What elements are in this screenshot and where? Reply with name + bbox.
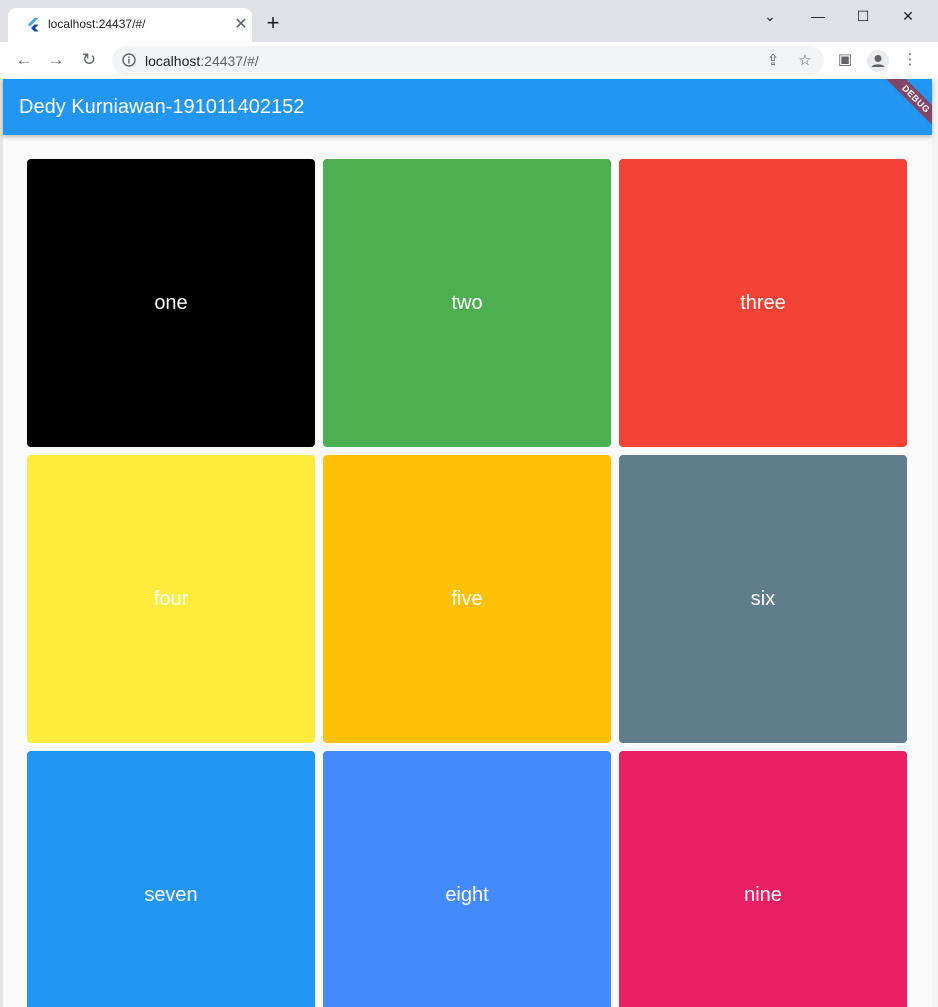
forward-icon[interactable]: → [44,48,68,72]
tab-close-icon[interactable]: ✕ [232,16,250,34]
grid-tile-three: three [619,159,907,447]
tab-title: localhost:24437/#/ [48,17,146,31]
grid-tile-two: two [323,159,611,447]
url-text[interactable]: localhost:24437/#/ [145,53,259,69]
tile-label: seven [144,883,198,906]
tile-label: nine [744,883,782,906]
grid-tile-four: four [27,455,315,743]
grid-view: one two three four five six seven eight … [3,135,932,1007]
tile-label: four [153,587,189,610]
share-icon[interactable]: ⇪ [763,51,783,71]
grid-tile-six: six [619,455,907,743]
info-icon[interactable] [122,53,136,67]
maximize-icon[interactable]: ☐ [851,4,875,28]
minimize-icon[interactable]: — [806,4,830,28]
side-panel-icon[interactable]: ▣ [834,49,856,71]
grid-tile-eight: eight [323,751,611,1007]
grid-tile-five: five [323,455,611,743]
grid-tile-one: one [27,159,315,447]
tile-label: eight [445,883,489,906]
app-title: Dedy Kurniawan-191011402152 [19,96,305,118]
tile-label: five [451,587,483,610]
tile-label: three [740,291,786,314]
back-icon[interactable]: ← [12,48,36,72]
debug-banner: DEBUG [879,79,932,135]
profile-avatar[interactable] [867,50,889,72]
browser-menu-icon[interactable]: ⋮ [899,49,921,71]
tab-strip: localhost:24437/#/ ✕ + ⌄ — ☐ ✕ [0,0,938,42]
close-window-icon[interactable]: ✕ [896,4,920,28]
grid-tile-seven: seven [27,751,315,1007]
new-tab-button[interactable]: + [262,12,284,34]
browser-window: localhost:24437/#/ ✕ + ⌄ — ☐ ✕ ← → ↻ loc… [0,0,938,1007]
bookmark-star-icon[interactable]: ☆ [795,51,815,71]
app-bar: Dedy Kurniawan-191011402152 DEBUG [3,79,932,135]
person-icon [871,55,885,67]
tab-search-icon[interactable]: ⌄ [758,4,782,28]
grid-tile-nine: nine [619,751,907,1007]
browser-tab[interactable]: localhost:24437/#/ ✕ [8,8,252,42]
reload-icon[interactable]: ↻ [77,48,101,72]
address-bar[interactable]: localhost:24437/#/ ⇪ ☆ [112,46,824,75]
tile-label: one [154,291,188,314]
browser-toolbar: ← → ↻ localhost:24437/#/ ⇪ ☆ ▣ ⋮ [0,42,938,80]
tile-label: six [750,587,776,610]
background-window-edge-right [932,79,938,1007]
url-host: localhost [145,53,201,69]
flutter-icon [28,18,39,32]
tile-label: two [451,291,483,314]
url-path: :24437/#/ [200,53,259,69]
